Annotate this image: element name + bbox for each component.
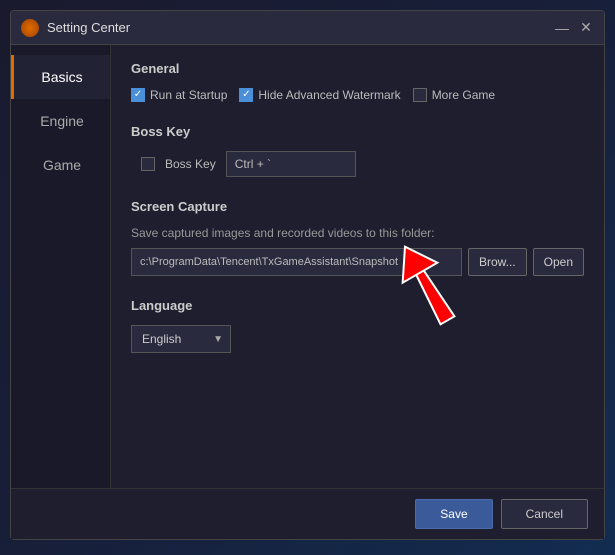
capture-description: Save captured images and recorded videos…	[131, 226, 584, 240]
more-game-label: More Game	[432, 88, 495, 102]
settings-dialog: Setting Center — ✕ Basics Engine Game Ge…	[10, 10, 605, 540]
open-button[interactable]: Open	[533, 248, 584, 276]
main-panel: General Run at Startup Hide Advanced Wat…	[111, 45, 604, 488]
more-game-checkbox[interactable]	[413, 88, 427, 102]
more-game-group: More Game	[413, 88, 495, 102]
capture-path-input[interactable]	[131, 248, 462, 276]
cancel-button[interactable]: Cancel	[501, 499, 588, 529]
dialog-title: Setting Center	[47, 20, 554, 35]
language-title: Language	[131, 298, 584, 313]
screen-capture-title: Screen Capture	[131, 199, 584, 214]
title-bar: Setting Center — ✕	[11, 11, 604, 45]
run-at-startup-group: Run at Startup	[131, 88, 227, 102]
general-section: General Run at Startup Hide Advanced Wat…	[131, 61, 584, 102]
content-area: Basics Engine Game General Run at Startu…	[11, 45, 604, 488]
app-icon	[21, 19, 39, 37]
hide-watermark-checkbox[interactable]	[239, 88, 253, 102]
window-controls: — ✕	[554, 20, 594, 36]
boss-key-row: Boss Key	[131, 151, 584, 177]
boss-key-input[interactable]	[226, 151, 356, 177]
run-at-startup-label: Run at Startup	[150, 88, 227, 102]
general-title: General	[131, 61, 584, 76]
save-button[interactable]: Save	[415, 499, 492, 529]
sidebar-item-basics[interactable]: Basics	[11, 55, 110, 99]
boss-key-checkbox[interactable]	[141, 157, 155, 171]
language-select[interactable]: English Chinese Japanese Korean	[131, 325, 231, 353]
language-section: Language English Chinese Japanese Korean…	[131, 298, 584, 353]
hide-watermark-label: Hide Advanced Watermark	[258, 88, 400, 102]
sidebar-item-game[interactable]: Game	[11, 143, 110, 187]
minimize-button[interactable]: —	[554, 20, 570, 36]
close-button[interactable]: ✕	[578, 20, 594, 36]
general-checkboxes-row: Run at Startup Hide Advanced Watermark M…	[131, 88, 584, 102]
language-select-wrapper: English Chinese Japanese Korean ▼	[131, 325, 231, 353]
sidebar-item-engine[interactable]: Engine	[11, 99, 110, 143]
boss-key-section: Boss Key Boss Key	[131, 124, 584, 177]
screen-capture-section: Screen Capture Save captured images and …	[131, 199, 584, 276]
boss-key-label: Boss Key	[165, 157, 216, 171]
run-at-startup-checkbox[interactable]	[131, 88, 145, 102]
sidebar: Basics Engine Game	[11, 45, 111, 488]
browse-button[interactable]: Brow...	[468, 248, 527, 276]
hide-watermark-group: Hide Advanced Watermark	[239, 88, 400, 102]
capture-path-row: Brow... Open	[131, 248, 584, 276]
boss-key-title: Boss Key	[131, 124, 584, 139]
dialog-footer: Save Cancel	[11, 488, 604, 539]
